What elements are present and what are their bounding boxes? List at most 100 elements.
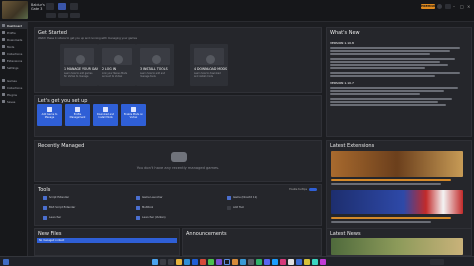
store-icon[interactable] <box>192 259 198 265</box>
gear-icon <box>2 66 5 69</box>
grid-icon[interactable] <box>46 3 54 10</box>
close-icon[interactable]: × <box>467 4 472 9</box>
news-banner[interactable] <box>331 238 463 255</box>
enable-tooltips-toggle[interactable] <box>309 188 317 191</box>
tool-item[interactable]: Launcher (Vulkan) <box>135 214 166 221</box>
app-icon[interactable] <box>304 259 310 265</box>
profile-management-button[interactable]: Profile Management <box>65 104 90 126</box>
mods-icon <box>2 45 5 48</box>
video-card-download-mods[interactable]: 4 DOWNLOAD MODS Learn how to download an… <box>190 44 228 86</box>
video-card-manage-game[interactable]: 1 MANAGE YOUR GAME Learn how to add game… <box>60 44 101 86</box>
active-game-thumbnail[interactable] <box>2 1 28 19</box>
sidebar-item-collections-2[interactable]: Collections <box>0 84 27 91</box>
toolbar-button[interactable] <box>70 13 80 18</box>
app-icon[interactable] <box>240 259 246 265</box>
app-icon[interactable] <box>272 259 278 265</box>
sidebar-item-plugins[interactable]: Plugins <box>0 91 27 98</box>
sidebar-item-extensions[interactable]: Extensions <box>0 57 27 64</box>
latest-news-panel: Latest News <box>326 228 472 256</box>
sidebar-item-games[interactable]: Games <box>0 77 27 84</box>
video-card-log-in[interactable]: 2 LOG IN Link your Nexus Mods account to… <box>98 44 136 86</box>
add-tool-item[interactable]: Add Tool <box>226 204 244 211</box>
weather-icon[interactable] <box>3 259 9 265</box>
dashboard-icon <box>2 24 5 27</box>
app-icon[interactable] <box>320 259 326 265</box>
maximize-icon[interactable]: □ <box>460 4 465 9</box>
add-game-button[interactable]: Add Game to Manage <box>37 104 62 126</box>
app-icon[interactable] <box>216 259 222 265</box>
clock[interactable] <box>446 259 464 265</box>
start-icon[interactable] <box>152 259 158 265</box>
app-icon[interactable] <box>312 259 318 265</box>
app-icon[interactable] <box>248 259 254 265</box>
app-icon[interactable] <box>232 259 238 265</box>
version-heading[interactable]: VERSION 1.10.8 <box>330 41 354 45</box>
tool-item[interactable]: Game Launcher <box>135 194 163 201</box>
sidebar-item-downloads[interactable]: Downloads <box>0 36 27 43</box>
tools-panel: Tools Enable tooltips <box>34 184 322 226</box>
extensions-icon <box>2 59 5 62</box>
app-icon[interactable] <box>288 259 294 265</box>
vortex-icon[interactable] <box>224 259 230 265</box>
video-card-install-tools[interactable]: 3 INSTALL TOOLS Learn how to add and man… <box>136 44 174 86</box>
tool-item[interactable]: Multitool <box>135 204 153 211</box>
sidebar-item-settings[interactable]: Settings <box>0 64 27 71</box>
taskview-icon[interactable] <box>168 259 174 265</box>
edge-icon[interactable] <box>184 259 190 265</box>
app-icon[interactable] <box>256 259 262 265</box>
sidebar-item-profile[interactable]: Profile <box>0 29 27 36</box>
top-bar: Baldur's Gate 3 PREMIUM – □ × <box>0 0 474 22</box>
play-icon <box>152 55 161 64</box>
tool-item[interactable]: Game (DirectX 11) <box>226 194 257 201</box>
notifications-icon[interactable] <box>445 4 451 9</box>
save-icon <box>2 100 5 103</box>
explorer-icon[interactable] <box>176 259 182 265</box>
download-install-mods-button[interactable]: Download and Install Mods <box>93 104 118 126</box>
app-icon[interactable] <box>208 259 214 265</box>
play-icon <box>114 55 123 64</box>
app-icon[interactable] <box>296 259 302 265</box>
system-tray[interactable] <box>430 259 444 265</box>
collections-icon <box>2 52 5 55</box>
latest-news-title: Latest News <box>330 231 361 237</box>
tool-icon <box>43 195 47 200</box>
tool-icon <box>136 205 140 210</box>
tool-item[interactable]: BG3 Script Extender <box>42 204 75 211</box>
dashboard-icon[interactable] <box>58 3 66 10</box>
whats-new-panel: What's New VERSION 1.10.8 VERSION 1.10.7 <box>326 27 472 137</box>
app-icon[interactable] <box>264 259 270 265</box>
collections-icon <box>2 86 5 89</box>
announcements-title: Announcements <box>186 231 227 237</box>
sidebar-item-dashboard[interactable]: Dashboard <box>0 22 27 29</box>
tool-icon <box>136 195 140 200</box>
plus-icon <box>227 205 231 210</box>
app-icon[interactable] <box>200 259 206 265</box>
recently-managed-panel: Recently Managed You don't have any rece… <box>34 140 322 182</box>
profile-icon <box>75 107 80 112</box>
premium-button[interactable]: PREMIUM <box>421 4 437 9</box>
toolbar-button[interactable] <box>46 13 56 18</box>
tool-item[interactable]: Launcher <box>42 214 61 221</box>
recently-managed-title: Recently Managed <box>38 143 85 149</box>
plus-icon[interactable] <box>70 3 78 10</box>
sidebar-item-collections[interactable]: Collections <box>0 50 27 57</box>
toolbar-button[interactable] <box>58 13 68 18</box>
new-files-row[interactable]: No managed content <box>37 238 177 243</box>
search-icon[interactable] <box>160 259 166 265</box>
tool-icon <box>43 205 47 210</box>
tool-item[interactable]: Script Extender <box>42 194 69 201</box>
sidebar: Dashboard Profile Downloads Mods Collect… <box>0 22 28 266</box>
avatar[interactable] <box>437 4 442 9</box>
tool-icon <box>43 215 47 220</box>
extension-banner[interactable] <box>331 151 463 177</box>
app-icon[interactable] <box>280 259 286 265</box>
video-thumbnail <box>64 48 94 65</box>
extension-banner[interactable] <box>331 190 463 214</box>
sidebar-item-saves[interactable]: Saves <box>0 98 27 105</box>
play-icon <box>76 55 85 64</box>
sidebar-item-mods[interactable]: Mods <box>0 43 27 50</box>
minimize-icon[interactable]: – <box>453 4 458 9</box>
version-heading[interactable]: VERSION 1.10.7 <box>330 81 354 85</box>
tool-icon <box>227 195 231 200</box>
enable-mods-button[interactable]: Enable Mods on Vortex <box>121 104 146 126</box>
